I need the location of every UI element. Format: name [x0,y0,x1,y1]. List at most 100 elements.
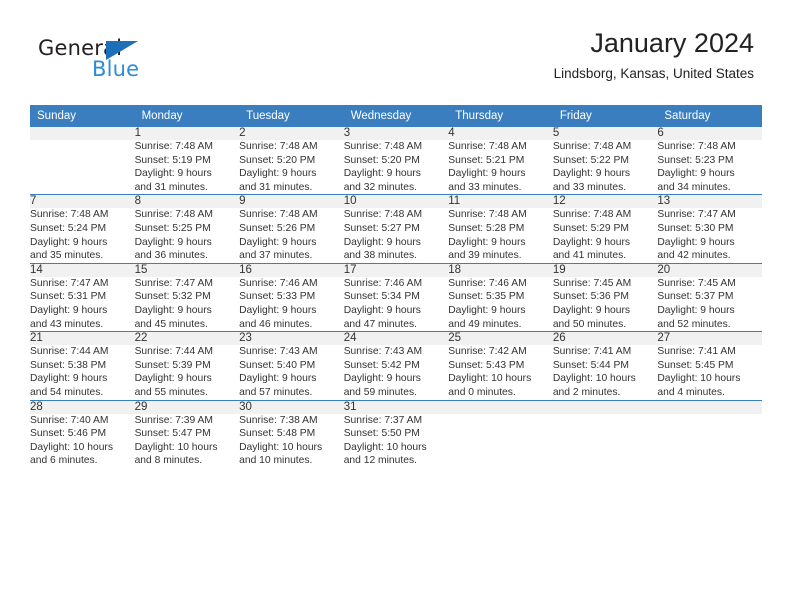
calendar-day-number[interactable]: 1 [134,127,240,140]
calendar-day-cell[interactable]: Sunrise: 7:44 AM Sunset: 5:38 PM Daylight:… [30,345,135,400]
calendar-day-cell[interactable]: Sunrise: 7:48 AM Sunset: 5:22 PM Daylight:… [553,140,658,195]
calendar-day-cell[interactable]: Sunrise: 7:44 AM Sunset: 5:39 PM Daylight:… [135,345,240,400]
calendar-day-cell[interactable]: Sunrise: 7:48 AM Sunset: 5:19 PM Daylight:… [135,140,240,195]
calendar-day-cell[interactable]: Sunrise: 7:43 AM Sunset: 5:40 PM Daylight:… [239,345,344,400]
calendar-day-cell[interactable]: Sunrise: 7:46 AM Sunset: 5:35 PM Daylight:… [448,277,553,332]
sunrise-text: Sunrise: 7:40 AM [30,414,109,426]
calendar-day-number[interactable]: 22 [134,331,240,346]
calendar-day-cell-empty [448,414,553,468]
calendar-day-number[interactable]: 16 [239,262,344,277]
calendar-day-cell[interactable]: Sunrise: 7:48 AM Sunset: 5:20 PM Daylight:… [344,140,449,195]
calendar-day-cell[interactable]: Sunrise: 7:43 AM Sunset: 5:42 PM Daylight:… [344,345,449,400]
calendar-day-cell[interactable]: Sunrise: 7:46 AM Sunset: 5:34 PM Daylight:… [344,277,449,332]
daylight-text-line1: Daylight: 9 hours [657,236,735,248]
calendar-day-cell[interactable]: Sunrise: 7:48 AM Sunset: 5:28 PM Daylight:… [448,208,553,263]
calendar-day-number[interactable]: 28 [30,399,135,414]
calendar-day-cell[interactable]: Sunrise: 7:37 AM Sunset: 5:50 PM Daylight:… [344,414,449,468]
calendar-day-cell[interactable]: Sunrise: 7:48 AM Sunset: 5:25 PM Daylight:… [135,208,240,263]
logo-text-blue: Blue [92,57,140,81]
calendar-day-number[interactable]: 7 [30,194,135,209]
calendar-day-number[interactable]: 15 [134,262,240,277]
daylight-text-line1: Daylight: 9 hours [134,236,212,248]
calendar-day-cell[interactable]: Sunrise: 7:38 AM Sunset: 5:48 PM Daylight:… [239,414,344,468]
calendar-day-cell[interactable]: Sunrise: 7:46 AM Sunset: 5:33 PM Daylight:… [239,277,344,332]
sunrise-text: Sunrise: 7:48 AM [343,141,423,152]
calendar-day-cell[interactable]: Sunrise: 7:48 AM Sunset: 5:24 PM Daylight:… [30,208,135,263]
calendar-day-number[interactable]: 4 [448,127,553,140]
calendar-day-number[interactable]: 26 [552,331,658,346]
calendar-day-number[interactable]: 11 [448,194,553,209]
calendar-day-cell[interactable]: Sunrise: 7:48 AM Sunset: 5:21 PM Daylight:… [448,140,553,195]
daylight-text-line2: and 59 minutes. [343,386,417,398]
daylight-text-line1: Daylight: 9 hours [239,168,317,180]
calendar-day-number[interactable]: 9 [239,194,344,209]
sunset-text: Sunset: 5:19 PM [134,154,211,166]
calendar-day-number[interactable]: 25 [448,331,553,346]
calendar-day-number[interactable]: 6 [657,127,762,140]
calendar-day-cell-empty [657,414,762,468]
sunrise-text: Sunrise: 7:46 AM [239,277,318,289]
calendar-day-cell[interactable]: Sunrise: 7:48 AM Sunset: 5:27 PM Daylight:… [344,208,449,263]
daylight-text-line1: Daylight: 9 hours [134,373,212,385]
calendar-day-cell[interactable]: Sunrise: 7:48 AM Sunset: 5:23 PM Daylight:… [657,140,762,195]
calendar-day-number[interactable]: 20 [657,262,762,277]
calendar-day-cell[interactable]: Sunrise: 7:40 AM Sunset: 5:46 PM Daylight:… [30,414,135,468]
calendar-day-number[interactable]: 31 [343,399,449,414]
calendar-day-number[interactable]: 2 [239,127,344,140]
calendar-day-number[interactable]: 24 [343,331,449,346]
calendar-day-number[interactable]: 3 [343,127,449,140]
calendar-day-number[interactable]: 30 [239,399,344,414]
daylight-text-line1: Daylight: 9 hours [343,168,421,180]
sunset-text: Sunset: 5:44 PM [552,359,629,371]
calendar-day-cell[interactable]: Sunrise: 7:45 AM Sunset: 5:37 PM Daylight:… [657,277,762,332]
sunrise-text: Sunrise: 7:41 AM [552,346,632,358]
calendar-day-cell[interactable]: Sunrise: 7:41 AM Sunset: 5:45 PM Daylight:… [657,345,762,400]
calendar-day-cell[interactable]: Sunrise: 7:41 AM Sunset: 5:44 PM Daylight:… [553,345,658,400]
sunrise-text: Sunrise: 7:46 AM [343,277,423,289]
sunset-text: Sunset: 5:46 PM [30,428,107,440]
calendar-day-cell[interactable]: Sunrise: 7:48 AM Sunset: 5:26 PM Daylight:… [239,208,344,263]
sunrise-text: Sunrise: 7:44 AM [30,346,109,358]
sunrise-text: Sunrise: 7:38 AM [239,414,318,426]
calendar-day-number[interactable]: 18 [448,262,553,277]
calendar-day-cell[interactable]: Sunrise: 7:42 AM Sunset: 5:43 PM Daylight:… [448,345,553,400]
daylight-text-line2: and 34 minutes. [657,181,731,193]
calendar-day-number[interactable]: 8 [134,194,240,209]
calendar-day-cell[interactable]: Sunrise: 7:47 AM Sunset: 5:31 PM Daylight:… [30,277,135,332]
calendar-day-cell[interactable]: Sunrise: 7:47 AM Sunset: 5:32 PM Daylight:… [135,277,240,332]
daylight-text-line1: Daylight: 9 hours [239,304,317,316]
daylight-text-line2: and 31 minutes. [134,181,208,193]
calendar-day-number[interactable]: 19 [552,262,658,277]
calendar-day-number[interactable]: 14 [30,262,135,277]
calendar-day-number[interactable]: 13 [657,194,762,209]
daylight-text-line2: and 55 minutes. [134,386,208,398]
calendar-day-cell[interactable]: Sunrise: 7:48 AM Sunset: 5:29 PM Daylight:… [553,208,658,263]
sunset-text: Sunset: 5:24 PM [30,222,107,234]
calendar-day-number[interactable]: 12 [552,194,658,209]
daylight-text-line2: and 33 minutes. [448,181,522,193]
page-subtitle: Lindsborg, Kansas, United States [553,66,754,82]
calendar-day-number[interactable]: 29 [134,399,240,414]
calendar-day-number[interactable]: 17 [343,262,449,277]
calendar-day-number[interactable]: 21 [30,331,135,346]
sunset-text: Sunset: 5:20 PM [343,154,420,166]
daylight-text-line1: Daylight: 9 hours [552,304,631,316]
calendar-day-number[interactable]: 5 [552,127,658,140]
sunset-text: Sunset: 5:22 PM [552,154,629,166]
calendar-day-cell[interactable]: Sunrise: 7:47 AM Sunset: 5:30 PM Daylight:… [657,208,762,263]
calendar-header-row: Sunday Monday Tuesday Wednesday Thursday… [30,105,762,127]
calendar-day-number[interactable]: 10 [343,194,449,209]
daylight-text-line2: and 49 minutes. [448,318,522,330]
daylight-text-line2: and 33 minutes. [552,181,627,193]
daylight-text-line1: Daylight: 10 hours [239,441,323,453]
daylight-text-line2: and 0 minutes. [448,386,516,398]
calendar-day-cell[interactable]: Sunrise: 7:45 AM Sunset: 5:36 PM Daylight:… [553,277,658,332]
calendar-day-number[interactable]: 23 [239,331,344,346]
sunrise-text: Sunrise: 7:48 AM [552,141,632,152]
calendar-day-cell[interactable]: Sunrise: 7:48 AM Sunset: 5:20 PM Daylight:… [239,140,344,195]
daylight-text-line1: Daylight: 9 hours [134,304,212,316]
calendar-day-cell[interactable]: Sunrise: 7:39 AM Sunset: 5:47 PM Daylight:… [135,414,240,468]
calendar-week-detail-row: Sunrise: 7:44 AM Sunset: 5:38 PM Daylight:… [30,345,762,400]
daylight-text-line1: Daylight: 9 hours [657,168,735,180]
calendar-day-number[interactable]: 27 [657,331,762,346]
